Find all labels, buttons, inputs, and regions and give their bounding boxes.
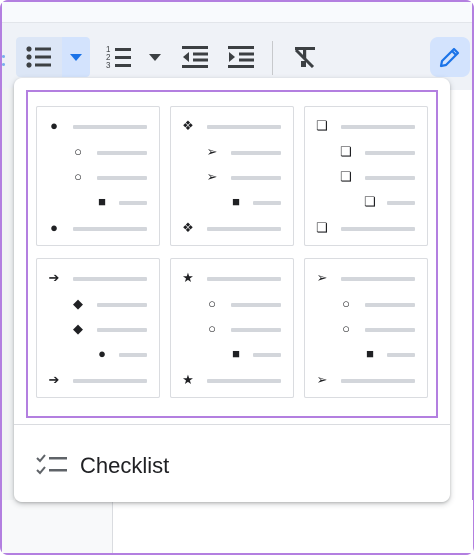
- chevron-down-icon: [149, 53, 161, 61]
- bullet-glyph: ■: [232, 194, 240, 209]
- chevron-down-icon: [70, 53, 82, 61]
- bullet-glyph: ○: [74, 144, 82, 159]
- bullet-list-menu: ● ○ ○ ■ ● ❖ ➢ ➢ ■ ❖ ❏ ❏ ❏ ❏ ❏ ➔ ◆ ◆ ● ➔ …: [14, 78, 450, 502]
- decrease-indent-button[interactable]: [178, 37, 212, 77]
- bullet-preset-disc-circle-square[interactable]: ● ○ ○ ■ ●: [36, 106, 160, 246]
- bullet-glyph: ○: [208, 321, 216, 336]
- bullet-glyph: ❏: [316, 118, 328, 133]
- document-background: [2, 500, 112, 553]
- checklist-label: Checklist: [80, 453, 170, 478]
- numbered-list-dropdown-button[interactable]: [142, 37, 168, 77]
- numbered-list-icon: 1 2 3: [106, 45, 131, 70]
- svg-text:3: 3: [106, 61, 111, 70]
- bullet-glyph: ★: [182, 270, 194, 285]
- bullet-glyph: ○: [342, 321, 350, 336]
- bullet-glyph: ➢: [316, 270, 328, 285]
- bullet-glyph: ■: [232, 346, 240, 361]
- bullet-glyph: ●: [50, 118, 58, 133]
- toolbar-area: 1 2 3: [2, 2, 472, 90]
- bullet-glyph: ●: [98, 346, 106, 361]
- bullet-glyph: ➔: [48, 270, 60, 285]
- bullet-glyph: ➢: [316, 372, 328, 387]
- bullet-glyph: ●: [50, 220, 58, 235]
- bullet-preset-diamond-arrow-square[interactable]: ❖ ➢ ➢ ■ ❖: [170, 106, 294, 246]
- pencil-icon: [439, 47, 460, 68]
- bullet-glyph: ○: [74, 169, 82, 184]
- document-page: [112, 500, 473, 553]
- toolbar-overflow-dots: [2, 55, 6, 71]
- toolbar-divider: [272, 41, 273, 75]
- bullet-preset-arrowhead-circle-square[interactable]: ➢ ○ ○ ■ ➢: [304, 258, 428, 398]
- document-margin: [2, 88, 14, 553]
- bulleted-list-icon: [26, 46, 51, 68]
- clear-formatting-button[interactable]: [288, 37, 322, 77]
- increase-indent-icon: [228, 46, 254, 68]
- bullet-glyph: ❏: [316, 220, 328, 235]
- bullet-presets-grid: ● ○ ○ ■ ● ❖ ➢ ➢ ■ ❖ ❏ ❏ ❏ ❏ ❏ ➔ ◆ ◆ ● ➔ …: [26, 90, 438, 418]
- bulleted-list-button[interactable]: [16, 37, 62, 77]
- editing-mode-button[interactable]: [430, 37, 470, 77]
- bullet-preset-star-circle-square[interactable]: ★ ○ ○ ■ ★: [170, 258, 294, 398]
- decrease-indent-icon: [182, 46, 208, 68]
- bullet-glyph: ★: [182, 372, 194, 387]
- bullet-glyph: ○: [342, 296, 350, 311]
- bullet-glyph: ❖: [182, 220, 194, 235]
- menu-divider: [14, 424, 450, 425]
- bullet-glyph: ❖: [182, 118, 194, 133]
- bullet-glyph: ➢: [206, 169, 218, 184]
- clear-formatting-icon: [294, 47, 315, 68]
- bulleted-list-dropdown-button[interactable]: [62, 37, 90, 77]
- bullet-glyph: ■: [98, 194, 106, 209]
- bullet-glyph: ❏: [364, 194, 376, 209]
- checklist-icon: [36, 454, 67, 475]
- bullet-glyph: ○: [208, 296, 216, 311]
- bullet-glyph: ➔: [48, 372, 60, 387]
- bullet-preset-3d-box[interactable]: ❏ ❏ ❏ ❏ ❏: [304, 106, 428, 246]
- bullet-glyph: ➢: [206, 144, 218, 159]
- bullet-glyph: ❏: [340, 144, 352, 159]
- bullet-glyph: ■: [366, 346, 374, 361]
- increase-indent-button[interactable]: [224, 37, 258, 77]
- bullet-preset-arrow-diamond-disc[interactable]: ➔ ◆ ◆ ● ➔: [36, 258, 160, 398]
- bullet-glyph: ◆: [73, 321, 83, 336]
- checklist-menu-item[interactable]: Checklist: [14, 438, 450, 494]
- bullet-glyph: ◆: [73, 296, 83, 311]
- numbered-list-button[interactable]: 1 2 3: [102, 37, 136, 77]
- bullet-glyph: ❏: [340, 169, 352, 184]
